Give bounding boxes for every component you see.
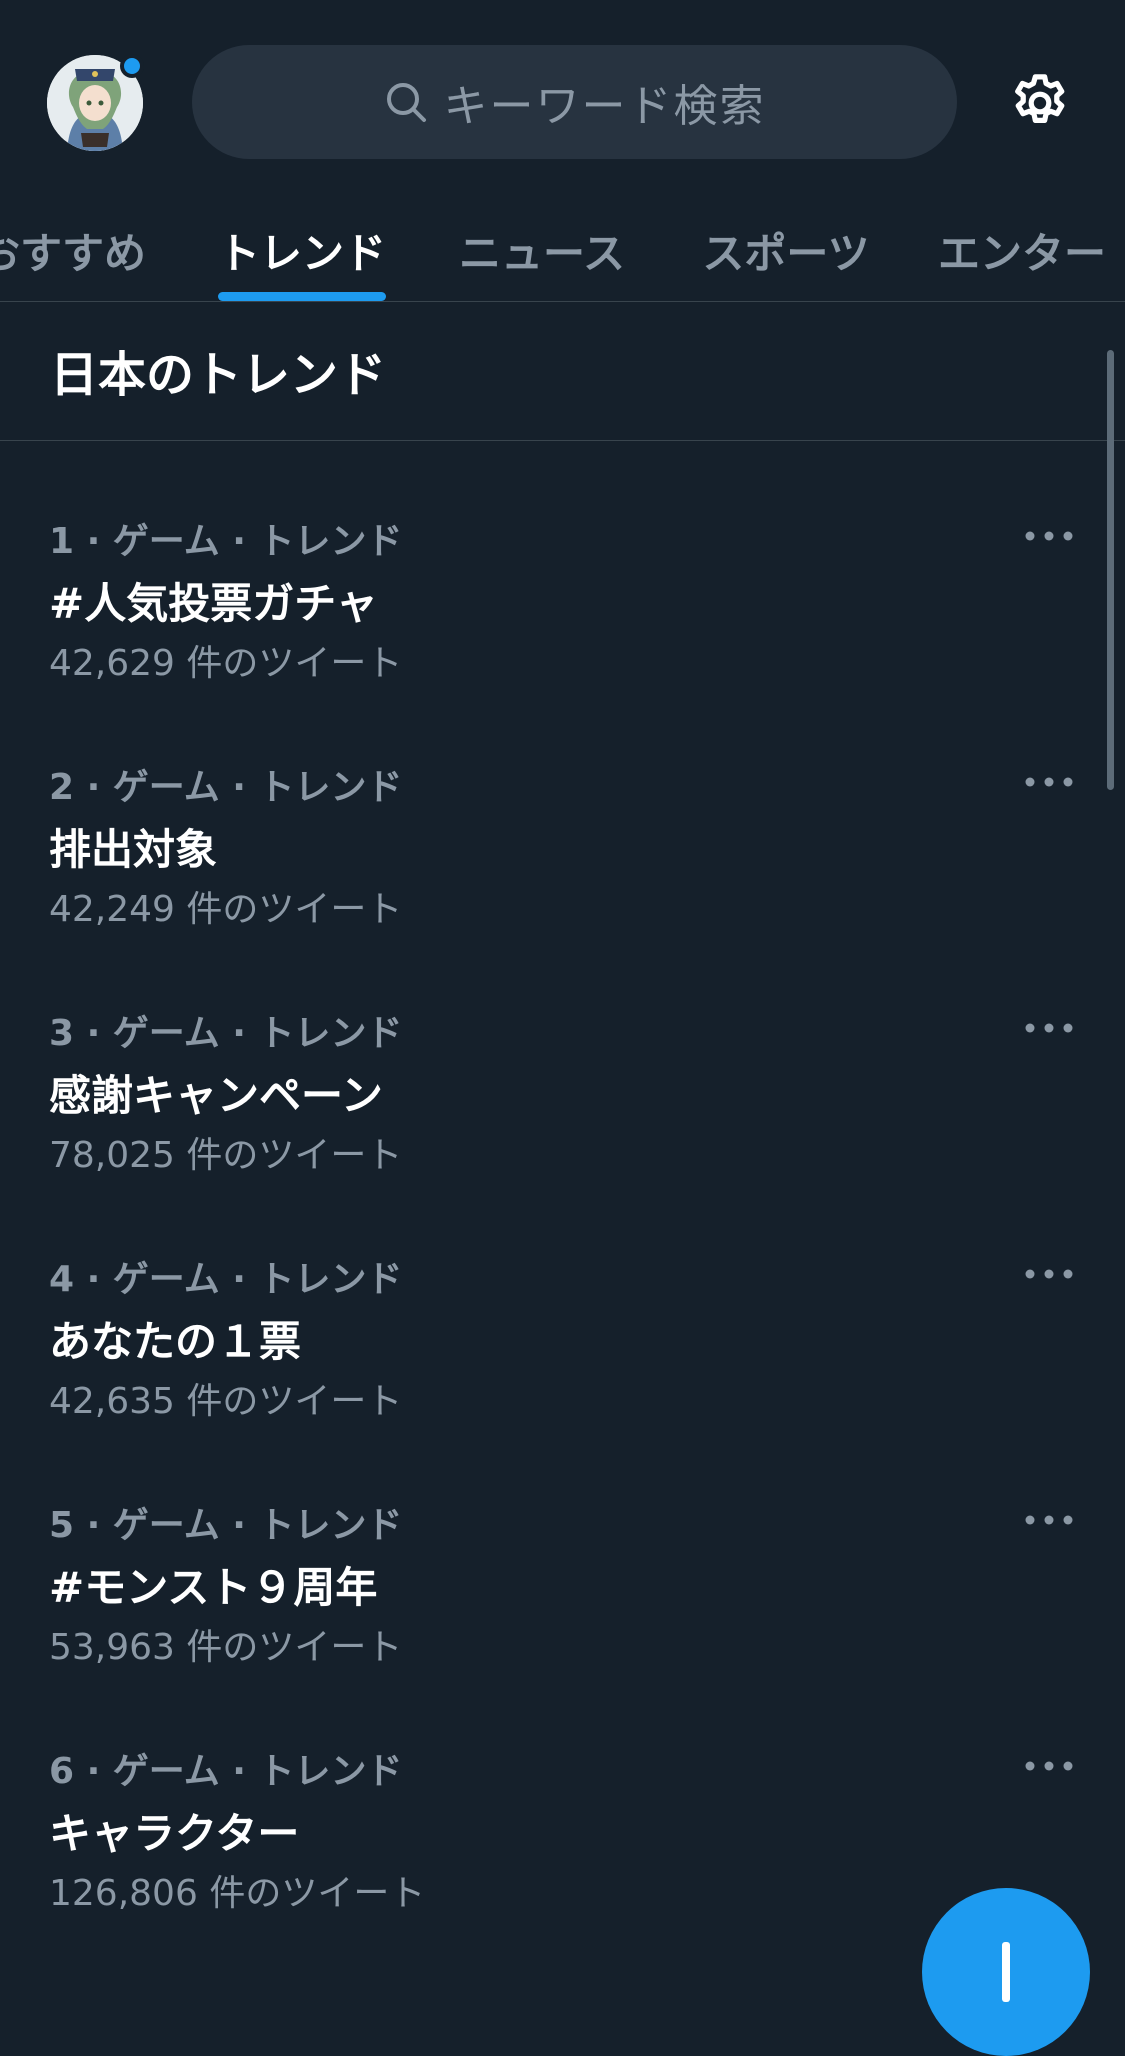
trend-name: #人気投票ガチャ bbox=[49, 579, 378, 628]
trend-list: 1 · ゲーム · トレンド #人気投票ガチャ 42,629 件のツイート 2 … bbox=[0, 480, 1125, 1956]
gear-icon[interactable] bbox=[1007, 70, 1073, 136]
tab-entertainment[interactable]: エンター bbox=[938, 200, 1125, 301]
section-title: 日本のトレンド bbox=[50, 347, 387, 403]
tab-recommended[interactable]: おすすめ bbox=[0, 200, 146, 301]
more-options-icon[interactable] bbox=[1022, 1260, 1076, 1288]
notification-dot bbox=[120, 54, 144, 78]
search-icon bbox=[386, 83, 426, 122]
trend-name: キャラクター bbox=[49, 1809, 300, 1858]
trend-item[interactable]: 4 · ゲーム · トレンド あなたの１票 42,635 件のツイート bbox=[0, 1218, 1125, 1464]
trend-count: 42,635 件のツイート bbox=[49, 1381, 403, 1422]
trend-name: 排出対象 bbox=[49, 825, 218, 874]
explore-tabs: おすすめ トレンド ニュース スポーツ エンター bbox=[0, 200, 1125, 302]
search-bar[interactable]: キーワード検索 bbox=[192, 45, 957, 159]
trend-meta: 1 · ゲーム · トレンド bbox=[49, 521, 403, 562]
more-options-icon[interactable] bbox=[1022, 768, 1076, 796]
trend-count: 42,249 件のツイート bbox=[49, 889, 403, 930]
top-bar: キーワード検索 bbox=[0, 0, 1125, 200]
more-options-icon[interactable] bbox=[1022, 522, 1076, 550]
divider bbox=[0, 440, 1125, 441]
trend-item[interactable]: 5 · ゲーム · トレンド #モンスト９周年 53,963 件のツイート bbox=[0, 1464, 1125, 1710]
trend-name: あなたの１票 bbox=[49, 1317, 302, 1366]
more-options-icon[interactable] bbox=[1022, 1014, 1076, 1042]
trend-item[interactable]: 3 · ゲーム · トレンド 感謝キャンペーン 78,025 件のツイート bbox=[0, 972, 1125, 1218]
trend-meta: 5 · ゲーム · トレンド bbox=[49, 1505, 403, 1546]
tab-sports[interactable]: スポーツ bbox=[684, 200, 888, 301]
trend-meta: 3 · ゲーム · トレンド bbox=[49, 1013, 403, 1054]
trend-name: 感謝キャンペーン bbox=[49, 1071, 383, 1120]
trend-item[interactable]: 2 · ゲーム · トレンド 排出対象 42,249 件のツイート bbox=[0, 726, 1125, 972]
tab-news[interactable]: ニュース bbox=[440, 200, 644, 301]
trend-count: 53,963 件のツイート bbox=[49, 1627, 403, 1668]
plus-icon bbox=[1002, 1942, 1010, 2002]
compose-tweet-button[interactable] bbox=[922, 1888, 1090, 2056]
active-tab-indicator bbox=[218, 292, 386, 301]
search-placeholder: キーワード検索 bbox=[443, 81, 766, 132]
trend-meta: 6 · ゲーム · トレンド bbox=[49, 1751, 403, 1792]
tab-trends[interactable]: トレンド bbox=[200, 200, 404, 301]
trend-count: 42,629 件のツイート bbox=[49, 643, 403, 684]
trend-item[interactable]: 1 · ゲーム · トレンド #人気投票ガチャ 42,629 件のツイート bbox=[0, 480, 1125, 726]
trend-name: #モンスト９周年 bbox=[49, 1563, 378, 1612]
trend-count: 126,806 件のツイート bbox=[49, 1873, 426, 1914]
trend-meta: 4 · ゲーム · トレンド bbox=[49, 1259, 403, 1300]
more-options-icon[interactable] bbox=[1022, 1506, 1076, 1534]
more-options-icon[interactable] bbox=[1022, 1752, 1076, 1780]
trend-meta: 2 · ゲーム · トレンド bbox=[49, 767, 403, 808]
trend-count: 78,025 件のツイート bbox=[49, 1135, 403, 1176]
